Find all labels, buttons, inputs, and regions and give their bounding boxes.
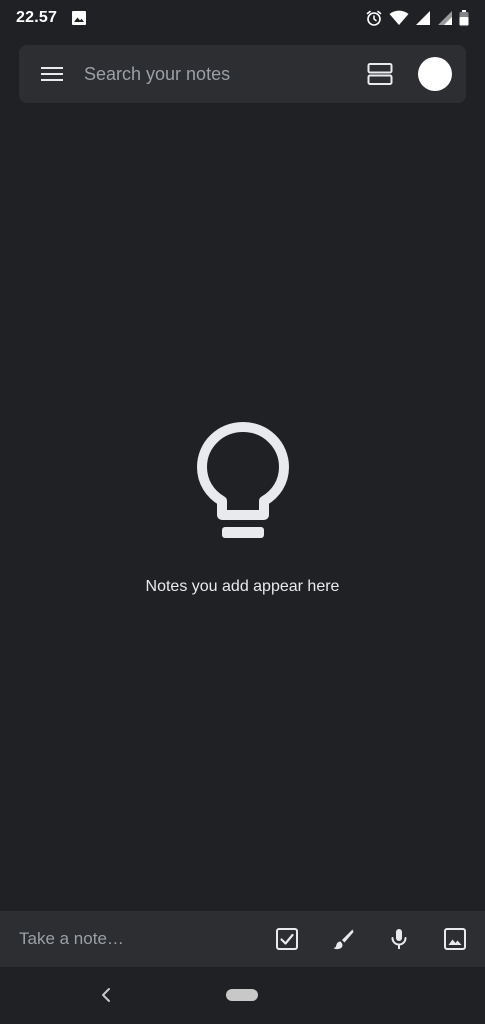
image-icon[interactable] (441, 925, 469, 953)
status-bar: 22.57 (0, 0, 485, 36)
signal-icon (415, 10, 431, 26)
search-bar[interactable] (19, 45, 466, 103)
status-left: 22.57 (16, 9, 87, 27)
system-nav-bar (0, 967, 485, 1024)
image-notification-icon (71, 10, 87, 26)
back-icon[interactable] (96, 985, 116, 1005)
bottom-bar: Take a note… (0, 911, 485, 967)
take-note-input[interactable]: Take a note… (19, 929, 245, 949)
wifi-icon (389, 10, 409, 26)
menu-icon[interactable] (40, 62, 64, 86)
home-pill[interactable] (226, 989, 258, 1001)
search-input[interactable] (84, 63, 366, 85)
empty-state-message: Notes you add appear here (145, 578, 340, 595)
battery-icon (459, 10, 469, 26)
alarm-icon (365, 9, 383, 27)
empty-state: Notes you add appear here (0, 420, 485, 596)
avatar[interactable] (418, 57, 452, 91)
status-time: 22.57 (16, 9, 58, 26)
brush-icon[interactable] (329, 925, 357, 953)
mic-icon[interactable] (385, 925, 413, 953)
lightbulb-icon (195, 420, 291, 548)
checkbox-icon[interactable] (273, 925, 301, 953)
status-right (365, 9, 469, 27)
signal-icon-secondary (437, 10, 453, 26)
view-agenda-icon[interactable] (366, 60, 394, 88)
